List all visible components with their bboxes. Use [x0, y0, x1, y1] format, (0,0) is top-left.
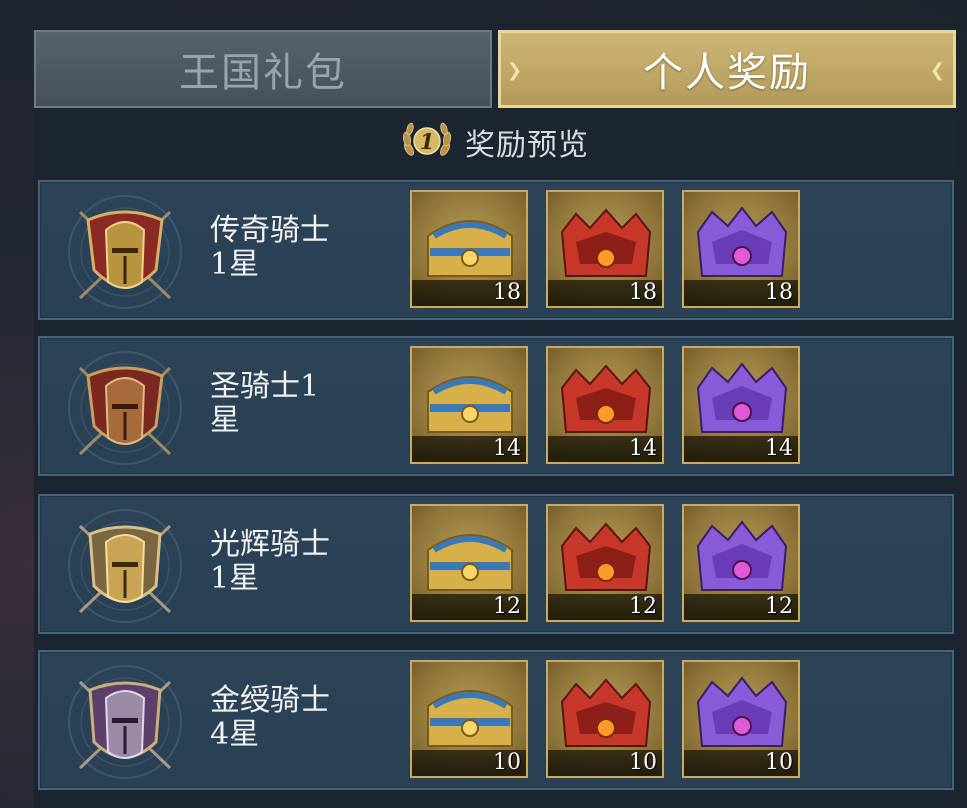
reward-count: 18 [765, 280, 793, 305]
reward-slot[interactable]: 10 [410, 660, 528, 778]
red-knight-helmet-shield-icon [68, 195, 182, 309]
laurel-rank-badge-icon: 1 [402, 122, 452, 156]
badge-number: 1 [420, 129, 435, 154]
rank-label: 传奇骑士 1星 [210, 213, 330, 282]
tab-kingdom-gift[interactable]: 王国礼包 [34, 30, 492, 108]
gold-blue-chest-icon [427, 220, 513, 277]
reward-slot[interactable]: 10 [682, 660, 800, 778]
arrow-right-icon: ❮ [929, 60, 947, 81]
reward-slot[interactable]: 14 [546, 346, 664, 464]
rank-emblem [66, 190, 184, 314]
rank-label: 圣骑士1 星 [210, 369, 320, 438]
tab-kingdom-gift-label: 王国礼包 [179, 50, 347, 96]
red-demon-chest-icon [560, 208, 652, 277]
reward-slot[interactable]: 14 [682, 346, 800, 464]
reward-count: 10 [765, 750, 793, 775]
reward-preview-header: 1 奖励预览 [34, 114, 956, 170]
reward-row: 金绶骑士 4星 10 10 10 [38, 650, 954, 790]
reward-count: 12 [493, 594, 521, 619]
red-knight-helmet-shield-icon [68, 351, 182, 465]
rank-emblem [66, 346, 184, 470]
reward-count: 14 [765, 436, 793, 461]
reward-panel: 王国礼包 ❯ 个人奖励 ❮ 1 奖励预览 传奇骑士 1星 18 18 18 圣骑… [34, 24, 960, 808]
reward-row: 光辉骑士 1星 12 12 12 [38, 494, 954, 634]
rank-emblem [66, 504, 184, 628]
gold-blue-chest-icon [427, 534, 513, 591]
purple-knight-helmet-shield-icon [68, 665, 182, 779]
arrow-left-icon: ❯ [507, 60, 525, 81]
reward-slot[interactable]: 18 [546, 190, 664, 308]
rank-label: 金绶骑士 4星 [210, 683, 330, 752]
reward-slot[interactable]: 12 [546, 504, 664, 622]
reward-count: 10 [629, 750, 657, 775]
reward-slot[interactable]: 10 [546, 660, 664, 778]
reward-count: 10 [493, 750, 521, 775]
reward-slot[interactable]: 12 [682, 504, 800, 622]
purple-crystal-chest-icon [696, 362, 788, 433]
reward-slot[interactable]: 18 [682, 190, 800, 308]
reward-count: 18 [493, 280, 521, 305]
red-demon-chest-icon [560, 364, 652, 433]
reward-slot[interactable]: 18 [410, 190, 528, 308]
reward-count: 14 [493, 436, 521, 461]
red-demon-chest-icon [560, 522, 652, 591]
reward-count: 12 [629, 594, 657, 619]
reward-count: 14 [629, 436, 657, 461]
red-demon-chest-icon [560, 678, 652, 747]
reward-slot[interactable]: 14 [410, 346, 528, 464]
gold-blue-chest-icon [427, 376, 513, 433]
rank-label: 光辉骑士 1星 [210, 527, 330, 596]
rank-emblem [66, 660, 184, 784]
reward-count: 18 [629, 280, 657, 305]
gold-knight-helmet-shield-icon [68, 509, 182, 623]
reward-row: 传奇骑士 1星 18 18 18 [38, 180, 954, 320]
reward-preview-title: 奖励预览 [465, 128, 589, 163]
reward-count: 12 [765, 594, 793, 619]
reward-slot[interactable]: 12 [410, 504, 528, 622]
reward-row: 圣骑士1 星 14 14 14 [38, 336, 954, 476]
gold-blue-chest-icon [427, 690, 513, 747]
purple-crystal-chest-icon [696, 520, 788, 591]
tab-personal-reward[interactable]: ❯ 个人奖励 ❮ [498, 30, 956, 108]
tab-personal-reward-label: 个人奖励 [643, 50, 811, 96]
purple-crystal-chest-icon [696, 206, 788, 277]
purple-crystal-chest-icon [696, 676, 788, 747]
